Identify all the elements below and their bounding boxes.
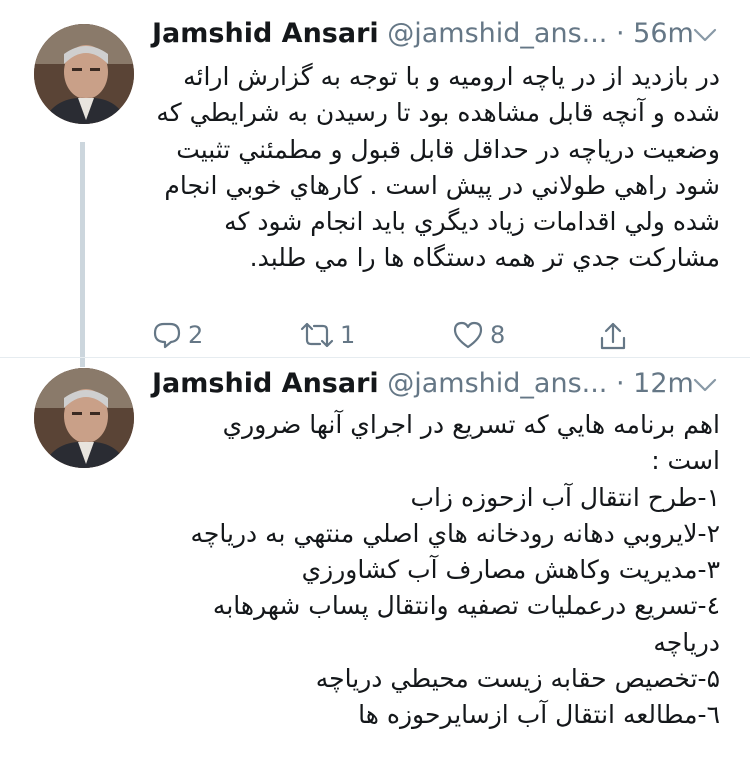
author-handle[interactable]: @jamshid_ans... [387, 18, 607, 49]
tweet-divider [0, 357, 750, 358]
tweet-text-line: در بازدید از در یاچه ارومیه و با توجه به… [183, 62, 720, 91]
tweet-text-line: ٤-تسریع درعملیات تصفیه وانتقال پساب شهره… [212, 591, 720, 621]
reply-count: 2 [188, 321, 204, 349]
author-name[interactable]: Jamshid Ansari [152, 18, 379, 49]
tweet-header: Jamshid Ansari @jamshid_ans... · 56m [152, 14, 694, 54]
tweet-text-line: مشاركت جدي تر همه دستگاه ها را مي طلبد. [249, 243, 720, 273]
tweet-text-line: ۱-طرح انتقال آب ازحوزه زاب [410, 482, 720, 512]
tweet-text: اهم برنامه هايي كه تسریع در اجراي آنها ض… [150, 407, 720, 734]
tweet-text-line: وضعیت درياچه در حداقل قابل قبول و مطمئني… [176, 134, 720, 164]
tweet-text-line: شده و آنچه قابل مشاهده بود تا رسیدن به ش… [156, 98, 720, 128]
reply-button[interactable]: 2 [152, 320, 203, 350]
tweet-2[interactable]: Jamshid Ansari @jamshid_ans... · 12m اهم… [0, 364, 750, 757]
reply-icon [153, 322, 181, 349]
tweet-text-line: ۲-لايروبي دهانه رودخانه هاي اصلي منتهي ب… [190, 518, 720, 548]
tweet-text-line: ٦-مطالعه انتقال آب ازسايرحوزه ها [358, 700, 720, 730]
avatar[interactable] [34, 368, 134, 468]
tweet-text-line: اهم برنامه هايي كه تسریع در اجراي آنها ض… [222, 410, 720, 439]
timestamp[interactable]: 12m [633, 368, 694, 399]
author-handle[interactable]: @jamshid_ans... [387, 368, 607, 399]
timestamp[interactable]: 56m [633, 18, 694, 49]
share-icon [600, 322, 626, 350]
chevron-down-icon[interactable] [692, 22, 718, 48]
share-button[interactable] [598, 320, 628, 352]
tweet-text-line: شود راهي طولاني در پیش است . كارهاي خوبي… [164, 170, 720, 200]
tweet-text-line: شده ولي اقدامات زیاد دیگري بايد انجام شو… [224, 207, 720, 237]
tweet-text: در بازدید از در یاچه ارومیه و با توجه به… [150, 59, 720, 277]
tweet-text-line: است : [651, 446, 720, 476]
like-icon [453, 321, 483, 349]
separator: · [615, 18, 625, 49]
like-count: 8 [490, 321, 506, 349]
author-name[interactable]: Jamshid Ansari [152, 368, 379, 399]
tweet-1[interactable]: Jamshid Ansari @jamshid_ans... · 56m در … [0, 14, 750, 367]
tweet-text-line: درياچه [653, 627, 720, 657]
like-button[interactable]: 8 [452, 320, 505, 350]
retweet-count: 1 [340, 321, 356, 349]
tweet-text-line: ۵-تخصیص حقابه زیست محیطي درياچه [315, 664, 720, 694]
avatar-photo [34, 368, 134, 468]
tweet-text-line: ۳-مدیریت وكاهش مصارف آب كشاورزي [301, 555, 720, 585]
tweet-header: Jamshid Ansari @jamshid_ans... · 12m [152, 364, 694, 404]
avatar[interactable] [34, 24, 134, 124]
retweet-button[interactable]: 1 [298, 320, 355, 350]
avatar-photo [34, 24, 134, 124]
separator: · [615, 368, 625, 399]
chevron-down-icon[interactable] [692, 372, 718, 398]
retweet-icon [300, 322, 334, 348]
tweet-actions: 2 1 8 [0, 320, 750, 354]
